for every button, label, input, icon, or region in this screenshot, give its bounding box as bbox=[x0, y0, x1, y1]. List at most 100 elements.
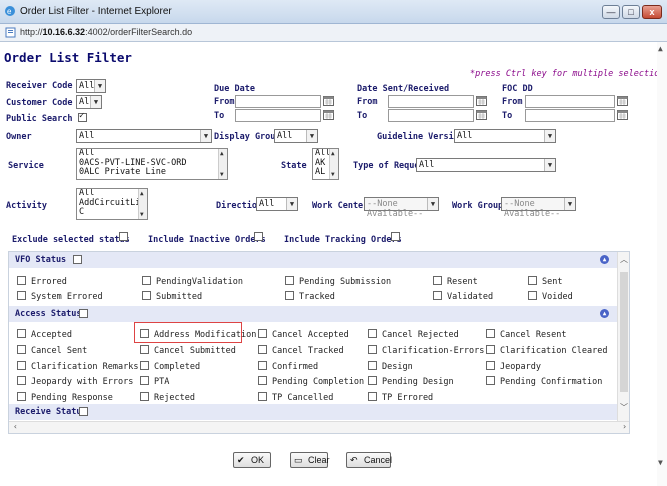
collapse-icon[interactable]: ▲ bbox=[600, 255, 609, 264]
foc-dd-from-input[interactable] bbox=[525, 95, 615, 108]
status-checkbox[interactable] bbox=[17, 361, 26, 370]
status-checkbox[interactable] bbox=[486, 376, 495, 385]
state-listbox[interactable]: All AK AL ▲ ▼ bbox=[312, 148, 339, 180]
status-label: Clarification-Errors bbox=[382, 346, 485, 356]
status-checkbox[interactable] bbox=[17, 291, 26, 300]
ok-button[interactable]: ✔ OK bbox=[233, 452, 271, 468]
status-checkbox[interactable] bbox=[258, 345, 267, 354]
list-item[interactable]: 0ALC Private Line bbox=[77, 167, 227, 178]
status-label: Resent bbox=[447, 277, 478, 287]
access-status-select-all-checkbox[interactable] bbox=[79, 309, 88, 318]
page-scroll-down-icon[interactable]: ▼ bbox=[658, 458, 663, 467]
status-checkbox[interactable] bbox=[17, 392, 26, 401]
date-sent-from-input[interactable] bbox=[388, 95, 474, 108]
status-checkbox[interactable] bbox=[140, 392, 149, 401]
calendar-icon[interactable] bbox=[323, 96, 334, 106]
due-date-from-input[interactable] bbox=[235, 95, 321, 108]
status-checkbox[interactable] bbox=[486, 329, 495, 338]
vfo-status-select-all-checkbox[interactable] bbox=[73, 255, 82, 264]
status-checkbox[interactable] bbox=[285, 291, 294, 300]
include-tracking-orders-checkbox[interactable] bbox=[391, 232, 400, 241]
status-label: Cancel Accepted bbox=[272, 330, 349, 340]
owner-select[interactable]: All ▼ bbox=[76, 129, 212, 143]
status-checkbox[interactable] bbox=[17, 329, 26, 338]
status-checkbox[interactable] bbox=[17, 345, 26, 354]
page-scrollbar[interactable]: ▲ ▼ bbox=[657, 42, 667, 486]
status-checkbox[interactable] bbox=[258, 392, 267, 401]
status-checkbox[interactable] bbox=[368, 361, 377, 370]
exclude-selected-status-checkbox[interactable] bbox=[119, 232, 128, 241]
due-date-to-input[interactable] bbox=[235, 109, 321, 122]
page-scroll-up-icon[interactable]: ▲ bbox=[658, 44, 663, 53]
scroll-left-icon[interactable]: ‹ bbox=[13, 422, 18, 431]
status-checkbox[interactable] bbox=[433, 291, 442, 300]
customer-code-select[interactable]: All ▼ bbox=[76, 95, 102, 109]
status-checkbox[interactable] bbox=[285, 276, 294, 285]
status-checkbox[interactable] bbox=[258, 329, 267, 338]
horizontal-scrollbar[interactable]: ‹ › bbox=[9, 421, 629, 433]
status-checkbox[interactable] bbox=[17, 376, 26, 385]
vfo-status-header: VFO Status ▲ bbox=[9, 252, 619, 268]
status-checkbox[interactable] bbox=[17, 276, 26, 285]
status-checkbox[interactable] bbox=[368, 376, 377, 385]
status-checkbox[interactable] bbox=[486, 361, 495, 370]
service-listbox[interactable]: All 0ACS-PVT-LINE-SVC-ORD 0ALC Private L… bbox=[76, 148, 228, 180]
list-item[interactable]: AddCircuitList bbox=[77, 198, 147, 209]
status-scroll-pane[interactable]: VFO Status ▲ Errored PendingValidation P… bbox=[8, 251, 630, 434]
status-checkbox[interactable] bbox=[140, 345, 149, 354]
minimize-button[interactable]: — bbox=[602, 5, 620, 19]
address-bar[interactable]: http://10.16.6.32:4002/orderFilterSearch… bbox=[0, 24, 667, 42]
scrollbar[interactable]: ▲ ▼ bbox=[138, 189, 147, 219]
type-of-request-select[interactable]: All ▼ bbox=[416, 158, 556, 172]
status-checkbox[interactable] bbox=[368, 345, 377, 354]
page-title: Order List Filter bbox=[4, 50, 132, 65]
scroll-up-icon[interactable]: ︿ bbox=[620, 254, 628, 265]
status-checkbox[interactable] bbox=[258, 376, 267, 385]
cancel-button[interactable]: ↶ Cancel bbox=[346, 452, 392, 468]
direction-select[interactable]: All ▼ bbox=[256, 197, 298, 211]
status-checkbox[interactable] bbox=[142, 276, 151, 285]
close-window-button[interactable]: x bbox=[642, 5, 662, 19]
status-checkbox[interactable] bbox=[433, 276, 442, 285]
status-label: Confirmed bbox=[272, 362, 319, 372]
status-checkbox[interactable] bbox=[368, 329, 377, 338]
calendar-icon[interactable] bbox=[476, 96, 487, 106]
status-label: Pending Submission bbox=[299, 277, 392, 287]
vertical-scrollbar[interactable]: ︿ ﹀ bbox=[617, 252, 629, 422]
receive-status-select-all-checkbox[interactable] bbox=[79, 407, 88, 416]
calendar-icon[interactable] bbox=[617, 96, 628, 106]
status-checkbox[interactable] bbox=[140, 376, 149, 385]
scroll-right-icon[interactable]: › bbox=[622, 422, 627, 431]
status-checkbox[interactable] bbox=[258, 361, 267, 370]
status-checkbox[interactable] bbox=[140, 361, 149, 370]
activity-listbox[interactable]: All AddCircuitList C ▲ ▼ bbox=[76, 188, 148, 220]
scrollbar[interactable]: ▲ ▼ bbox=[218, 149, 227, 179]
maximize-button[interactable]: □ bbox=[622, 5, 640, 19]
calendar-icon[interactable] bbox=[476, 110, 487, 120]
scroll-down-icon[interactable]: ﹀ bbox=[620, 402, 628, 413]
calendar-icon[interactable] bbox=[617, 110, 628, 120]
status-checkbox[interactable] bbox=[140, 329, 149, 338]
status-checkbox[interactable] bbox=[142, 291, 151, 300]
status-checkbox[interactable] bbox=[528, 276, 537, 285]
display-group-select[interactable]: All ▼ bbox=[274, 129, 318, 143]
public-search-checkbox[interactable] bbox=[78, 111, 87, 122]
calendar-icon[interactable] bbox=[323, 110, 334, 120]
foc-dd-to-input[interactable] bbox=[525, 109, 615, 122]
status-checkbox[interactable] bbox=[486, 345, 495, 354]
work-groups-select[interactable]: --None Available-- ▼ bbox=[501, 197, 576, 219]
scroll-thumb[interactable] bbox=[620, 272, 628, 392]
status-label: Jeopardy with Errors bbox=[31, 377, 134, 387]
date-sent-to-input[interactable] bbox=[388, 109, 474, 122]
access-status-title: Access Status bbox=[15, 309, 82, 319]
include-inactive-orders-checkbox[interactable] bbox=[254, 232, 263, 241]
receiver-code-select[interactable]: All ▼ bbox=[76, 79, 106, 93]
list-item[interactable]: C bbox=[77, 207, 147, 218]
work-centers-select[interactable]: --None Available-- ▼ bbox=[364, 197, 439, 219]
clear-button[interactable]: ▭ Clear bbox=[290, 452, 330, 468]
status-checkbox[interactable] bbox=[368, 392, 377, 401]
guideline-version-select[interactable]: All ▼ bbox=[454, 129, 556, 143]
collapse-icon[interactable]: ▲ bbox=[600, 309, 609, 318]
scrollbar[interactable]: ▲ ▼ bbox=[329, 149, 338, 179]
status-checkbox[interactable] bbox=[528, 291, 537, 300]
